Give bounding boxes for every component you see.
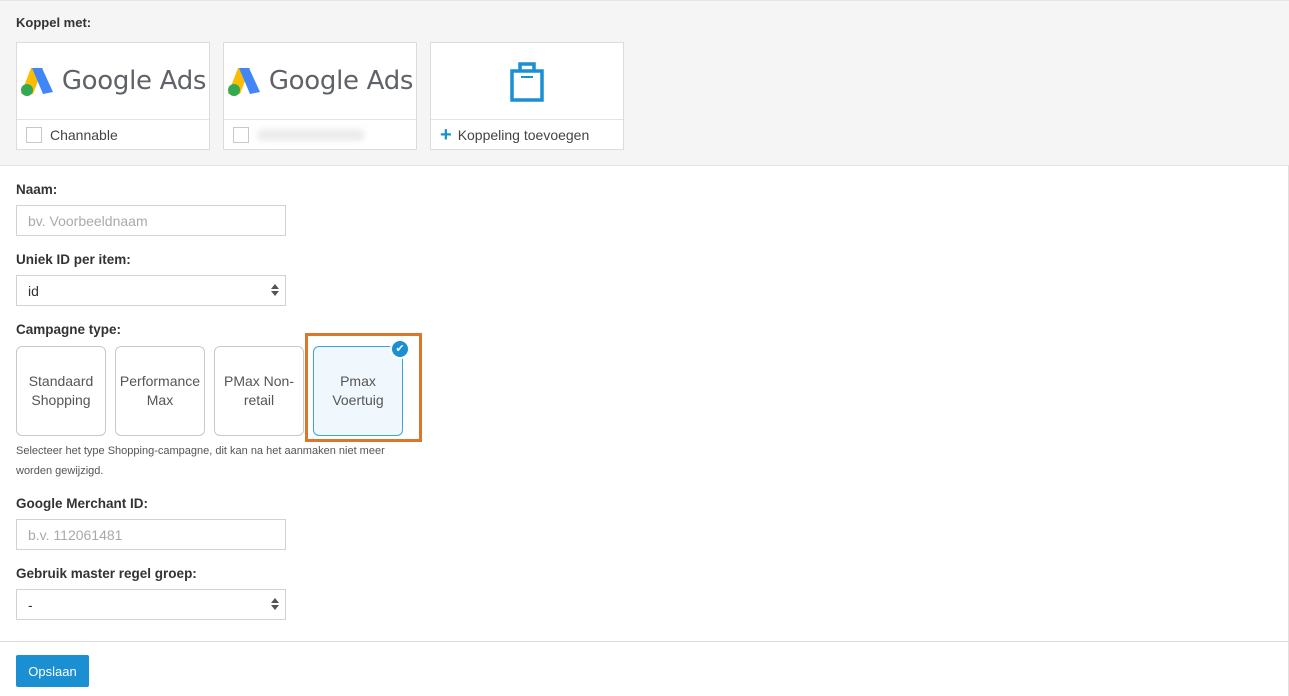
name-label: Naam: <box>16 182 58 197</box>
connect-panel: Koppel met: Google Ads Channable Google … <box>0 0 1289 166</box>
card-label: Channable <box>50 127 118 143</box>
select-arrows-icon <box>271 284 279 296</box>
connect-checkbox[interactable] <box>233 127 249 143</box>
campaign-type-label: PMax Non-retail <box>223 373 295 408</box>
save-button[interactable]: Opslaan <box>16 655 89 687</box>
select-arrows-icon <box>271 598 279 610</box>
connect-card-google-ads-2[interactable]: Google Ads <box>223 42 417 150</box>
card-logo-area <box>431 43 623 120</box>
card-logo-area: Google Ads <box>17 43 209 120</box>
merchant-id-label: Google Merchant ID: <box>16 496 149 511</box>
google-ads-icon <box>227 68 260 96</box>
google-ads-wordmark: Google Ads <box>61 66 207 96</box>
unique-id-select[interactable]: id <box>16 275 286 306</box>
card-footer: Channable <box>17 120 209 150</box>
card-logo-area: Google Ads <box>224 43 416 120</box>
master-group-value: - <box>28 596 33 613</box>
campaign-type-help: Selecteer het type Shopping-campagne, di… <box>16 445 385 477</box>
connect-checkbox[interactable] <box>26 127 42 143</box>
unique-id-label: Uniek ID per item: <box>16 252 131 267</box>
card-footer: + Koppeling toevoegen <box>431 120 623 150</box>
campaign-type-label: Standaard Shopping <box>28 373 94 408</box>
campaign-type-performance-max[interactable]: Performance Max <box>115 346 205 436</box>
google-ads-logo: Google Ads <box>227 66 413 96</box>
google-ads-logo: Google Ads <box>20 66 206 96</box>
campaign-type-label: Performance Max <box>119 373 201 408</box>
campaign-type-label: Pmax Voertuig <box>332 373 384 408</box>
add-connection-card[interactable]: + Koppeling toevoegen <box>430 42 624 150</box>
campaign-type-pmax-non-retail[interactable]: PMax Non-retail <box>214 346 304 436</box>
shopping-bag-icon <box>510 62 544 102</box>
footer-divider <box>0 641 1289 642</box>
unique-id-value: id <box>28 282 39 299</box>
campaign-type-pmax-voertuig[interactable]: Pmax Voertuig ✔ <box>313 339 410 436</box>
campaign-type-standard-shopping[interactable]: Standaard Shopping <box>16 346 106 436</box>
google-ads-icon <box>20 68 53 96</box>
campaign-type-label: Campagne type: <box>16 322 122 337</box>
redacted-label <box>257 129 365 141</box>
connect-card-google-ads-channable[interactable]: Google Ads Channable <box>16 42 210 150</box>
merchant-id-input[interactable]: b.v. 112061481 <box>16 519 286 550</box>
add-connection-label: Koppeling toevoegen <box>457 127 590 143</box>
check-icon: ✔ <box>390 339 410 359</box>
card-footer <box>224 120 416 150</box>
master-group-label: Gebruik master regel groep: <box>16 566 197 581</box>
google-ads-wordmark: Google Ads <box>268 66 414 96</box>
name-input[interactable]: bv. Voorbeeldnaam <box>16 205 286 236</box>
plus-icon: + <box>440 124 452 146</box>
connect-label: Koppel met: <box>16 15 92 30</box>
master-group-select[interactable]: - <box>16 589 286 620</box>
